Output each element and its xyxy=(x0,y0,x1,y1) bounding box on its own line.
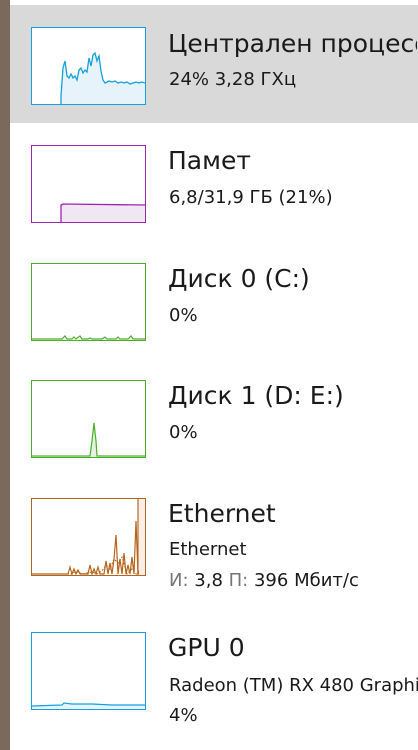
ethernet-adapter-name: Ethernet xyxy=(169,539,247,560)
cpu-usage: 24% 3,28 ГХц xyxy=(169,69,297,90)
sidebar-item-cpu[interactable]: Централен процесор 24% 3,28 ГХц xyxy=(10,5,418,123)
disk-0-usage: 0% xyxy=(169,305,198,326)
disk-1-usage: 0% xyxy=(169,422,198,443)
cpu-title: Централен процесор xyxy=(168,29,417,58)
ethernet-title: Ethernet xyxy=(168,499,276,528)
cpu-graph-icon xyxy=(31,27,146,105)
gpu-model: Radeon (TM) RX 480 Graphics xyxy=(169,675,418,696)
disk-0-graph-icon xyxy=(31,263,146,341)
performance-sidebar: Централен процесор 24% 3,28 ГХц Памет 6,… xyxy=(10,0,418,750)
gpu-usage: 4% xyxy=(169,705,198,726)
sidebar-item-disk-0[interactable]: Диск 0 (C:) 0% xyxy=(10,241,418,359)
ethernet-graph-icon xyxy=(31,498,146,576)
disk-1-title: Диск 1 (D: E:) xyxy=(168,381,344,410)
gpu-title: GPU 0 xyxy=(168,633,245,662)
memory-title: Памет xyxy=(168,146,251,175)
sidebar-item-gpu-0[interactable]: GPU 0 Radeon (TM) RX 480 Graphics 4% xyxy=(10,617,418,750)
disk-1-graph-icon xyxy=(31,380,146,458)
receive-label: П: xyxy=(228,570,249,591)
disk-0-title: Диск 0 (C:) xyxy=(168,264,310,293)
window-left-edge xyxy=(0,0,10,750)
receive-value: 396 Мбит/с xyxy=(253,570,359,591)
sidebar-item-memory[interactable]: Памет 6,8/31,9 ГБ (21%) xyxy=(10,123,418,241)
gpu-graph-icon xyxy=(31,632,146,710)
memory-usage: 6,8/31,9 ГБ (21%) xyxy=(169,187,333,208)
send-label: И: xyxy=(169,570,189,591)
send-value: 3,8 xyxy=(194,570,223,591)
sidebar-item-ethernet[interactable]: Ethernet Ethernet И: 3,8 П: 396 Мбит/с xyxy=(10,477,418,617)
sidebar-item-disk-1[interactable]: Диск 1 (D: E:) 0% xyxy=(10,359,418,477)
ethernet-throughput: И: 3,8 П: 396 Мбит/с xyxy=(169,570,359,592)
memory-graph-icon xyxy=(31,145,146,223)
